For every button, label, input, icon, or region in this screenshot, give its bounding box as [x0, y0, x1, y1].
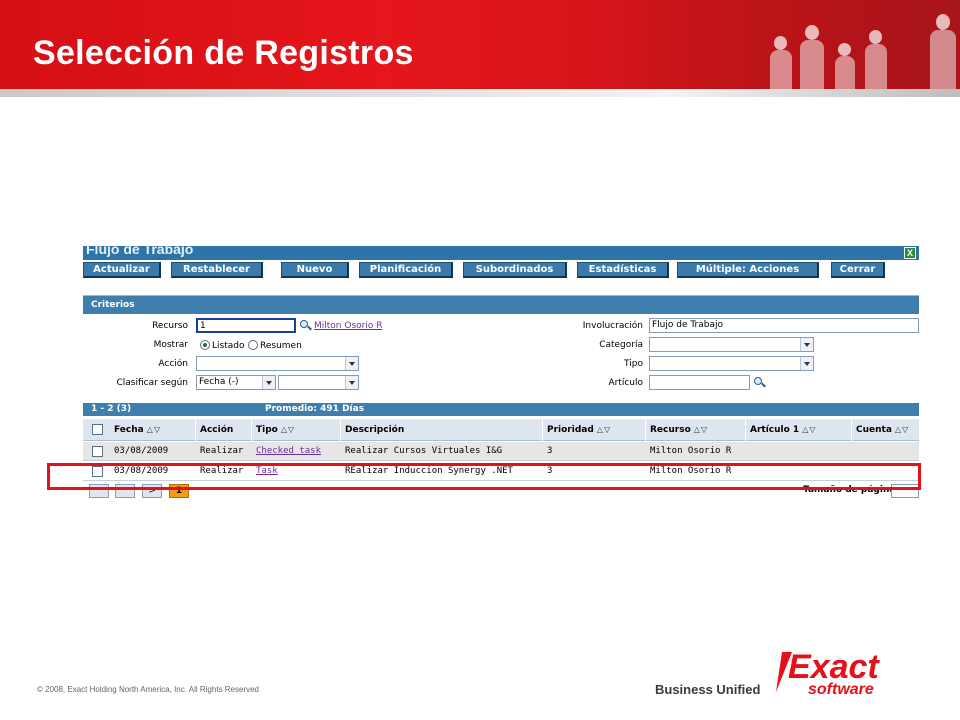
business-unified-text: Business Unified	[655, 682, 761, 697]
sort-arrows-icon[interactable]: △▽	[694, 419, 708, 441]
accion-header-label: Acción	[200, 425, 234, 435]
nuevo-button[interactable]: Nuevo	[281, 262, 349, 278]
app-title: Flujo de Trabajo	[86, 246, 194, 257]
tipo-header-label: Tipo	[256, 425, 278, 435]
sort-arrows-icon[interactable]: △▽	[597, 419, 611, 441]
app-titlebar: Flujo de Trabajo X	[83, 246, 919, 260]
column-header-cuenta[interactable]: Cuenta △▽	[852, 419, 919, 441]
planificacion-button[interactable]: Planificación	[359, 262, 453, 278]
slide-header-banner: Selección de Registros	[0, 0, 960, 97]
chevron-down-icon	[345, 376, 358, 389]
slide-title: Selección de Registros	[33, 34, 414, 72]
subordinados-button[interactable]: Subordinados	[463, 262, 567, 278]
logo-software-text: software	[808, 681, 874, 696]
chevron-down-icon	[262, 376, 275, 389]
cell-descripcion: Realizar Cursos Virtuales I&G	[345, 446, 503, 456]
accion-select[interactable]	[196, 356, 359, 371]
clasificar-value: Fecha (-)	[199, 377, 239, 387]
copyright-text: © 2008, Exact Holding North America, Inc…	[37, 685, 259, 694]
row-highlight-box	[47, 463, 921, 490]
descripcion-header-label: Descripción	[345, 425, 405, 435]
fecha-header-label: Fecha	[114, 425, 144, 435]
articulo-lookup-icon[interactable]	[753, 376, 766, 389]
column-header-fecha[interactable]: Fecha △▽	[110, 419, 196, 441]
column-header-accion[interactable]: Acción	[196, 419, 252, 441]
cell-fecha: 03/08/2009	[114, 446, 169, 456]
column-header-descripcion[interactable]: Descripción	[341, 419, 543, 441]
articulo-input[interactable]	[649, 375, 750, 390]
results-average: Promedio: 491 Días	[265, 404, 365, 414]
involucracion-label: Involucración	[582, 321, 643, 331]
table-row[interactable]: 03/08/2009 Realizar Checked task Realiza…	[83, 442, 919, 461]
grid-header: Fecha △▽ Acción Tipo △▽ Descripción Priori…	[83, 419, 919, 441]
column-header-tipo[interactable]: Tipo △▽	[252, 419, 341, 441]
resumen-radio[interactable]	[248, 340, 258, 350]
mostrar-label: Mostrar	[153, 340, 188, 350]
involucracion-field[interactable]: Flujo de Trabajo	[649, 318, 919, 333]
exact-software-logo: Exact software	[776, 648, 880, 696]
column-header-prioridad[interactable]: Prioridad △▽	[543, 419, 646, 441]
resumen-label: Resumen	[260, 341, 302, 351]
cell-accion: Realizar	[200, 446, 244, 456]
criteria-panel: Criterios Recurso 1 Milton Osorio R Most…	[83, 295, 919, 397]
cell-prioridad: 3	[547, 446, 553, 456]
row-checkbox[interactable]	[92, 446, 103, 457]
clasificar-select[interactable]: Fecha (-)	[196, 375, 276, 390]
sort-arrows-icon[interactable]: △▽	[147, 419, 161, 441]
sort-arrows-icon[interactable]: △▽	[281, 419, 295, 441]
restablecer-button[interactable]: Restablecer	[171, 262, 263, 278]
recurso-name-link[interactable]: Milton Osorio R	[314, 321, 382, 331]
chevron-down-icon	[800, 338, 813, 351]
column-header-articulo[interactable]: Artículo 1 △▽	[746, 419, 852, 441]
column-header-recurso[interactable]: Recurso △▽	[646, 419, 746, 441]
results-summary-bar: 1 - 2 (3) Promedio: 491 Días	[83, 403, 919, 416]
sort-arrows-icon[interactable]: △▽	[802, 419, 816, 441]
listado-label: Listado	[212, 341, 245, 351]
recurso-label: Recurso	[152, 321, 188, 331]
clasificar-direction-select[interactable]	[278, 375, 359, 390]
recurso-lookup-icon[interactable]	[299, 319, 312, 332]
select-all-checkbox[interactable]	[92, 424, 103, 435]
accion-label: Acción	[158, 359, 188, 369]
cell-recurso: Milton Osorio R	[650, 446, 732, 456]
cuenta-header-label: Cuenta	[856, 425, 892, 435]
actualizar-button[interactable]: Actualizar	[83, 262, 161, 278]
articulo-label: Artículo	[608, 378, 643, 388]
estadisticas-button[interactable]: Estadísticas	[577, 262, 669, 278]
tipo-select[interactable]	[649, 356, 814, 371]
recurso-input[interactable]: 1	[196, 318, 296, 333]
app-toolbar: Actualizar Restablecer Nuevo Planificaci…	[83, 261, 919, 279]
multiple-acciones-button[interactable]: Múltiple: Acciones	[677, 262, 819, 278]
categoria-select[interactable]	[649, 337, 814, 352]
articulo-header-label: Artículo 1	[750, 425, 800, 435]
cerrar-button[interactable]: Cerrar	[831, 262, 885, 278]
chevron-down-icon	[800, 357, 813, 370]
header-photo	[610, 0, 960, 97]
clasificar-label: Clasificar según	[116, 378, 188, 388]
excel-export-icon[interactable]: X	[904, 247, 916, 259]
header-strip	[0, 89, 960, 97]
results-count: 1 - 2 (3)	[91, 404, 132, 414]
listado-radio[interactable]	[200, 340, 210, 350]
tipo-label: Tipo	[624, 359, 643, 369]
prioridad-header-label: Prioridad	[547, 425, 594, 435]
chevron-down-icon	[345, 357, 358, 370]
categoria-label: Categoría	[599, 340, 643, 350]
criteria-header: Criterios	[83, 296, 919, 314]
recurso-header-label: Recurso	[650, 425, 691, 435]
cell-tipo-link[interactable]: Checked task	[252, 442, 341, 461]
sort-arrows-icon[interactable]: △▽	[895, 419, 909, 441]
